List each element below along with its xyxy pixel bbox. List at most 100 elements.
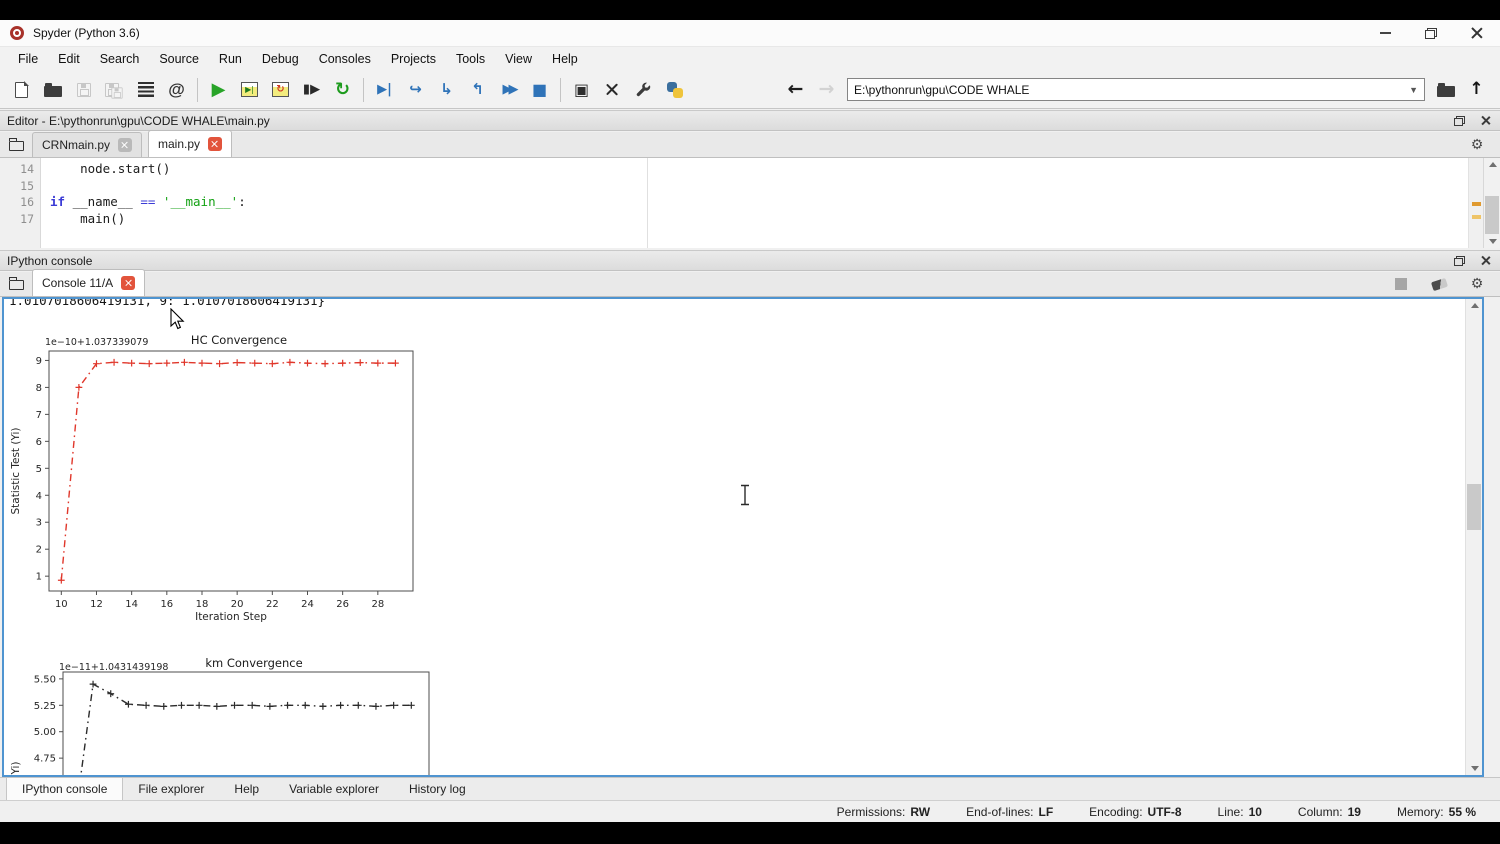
status-bar: Permissions:RWEnd-of-lines:LFEncoding:UT… [0, 800, 1500, 822]
scroll-up-icon[interactable] [1489, 162, 1497, 167]
status-end-of-lines: End-of-lines:LF [966, 805, 1053, 819]
browse-console-tabs-button[interactable] [0, 270, 32, 296]
window-title: Spyder (Python 3.6) [33, 26, 140, 40]
maximize-pane-button[interactable]: ▣ [567, 75, 596, 104]
clear-console-button[interactable] [1427, 272, 1451, 296]
go-to-parent-directory-button[interactable]: ↑ [1462, 75, 1491, 104]
working-directory-value: E:\pythonrun\gpu\CODE WHALE [854, 83, 1029, 97]
browse-working-directory-button[interactable] [1431, 75, 1460, 104]
code-line[interactable]: 16if __name__ == '__main__': [0, 194, 1464, 211]
back-button[interactable]: ← [781, 75, 810, 104]
code-line[interactable]: 17 main() [0, 211, 1464, 228]
menu-debug[interactable]: Debug [252, 49, 309, 69]
svg-text:16: 16 [160, 599, 173, 610]
close-icon [1470, 26, 1484, 40]
editor-scrollbar-thumb[interactable] [1485, 196, 1499, 234]
editor-float-icon[interactable] [1454, 116, 1465, 126]
svg-text:5.50: 5.50 [34, 674, 56, 685]
console-scrollbar-thumb[interactable] [1467, 484, 1481, 530]
scroll-down-icon[interactable] [1489, 239, 1497, 244]
menu-search[interactable]: Search [90, 49, 150, 69]
debug-step-out-button[interactable]: ↰ [463, 75, 492, 104]
svg-text:20: 20 [231, 599, 244, 610]
editor-scrollbar[interactable] [1483, 158, 1500, 248]
menu-tools[interactable]: Tools [446, 49, 495, 69]
run-file-button[interactable]: ▶ [204, 75, 233, 104]
save-icon [77, 83, 91, 97]
tab-close-icon[interactable] [118, 138, 132, 152]
menu-projects[interactable]: Projects [381, 49, 446, 69]
editor-options-button[interactable]: ⚙ [1465, 133, 1489, 157]
forward-button[interactable]: → [812, 75, 841, 104]
console-options-button[interactable]: ⚙ [1465, 272, 1489, 296]
menu-view[interactable]: View [495, 49, 542, 69]
svg-text:6: 6 [36, 437, 42, 448]
menu-edit[interactable]: Edit [48, 49, 90, 69]
svg-text:5.25: 5.25 [34, 701, 56, 712]
tab-label: main.py [158, 137, 200, 151]
run-cell-and-advance-button[interactable]: ↻ [266, 75, 295, 104]
file-switcher-button[interactable] [131, 75, 160, 104]
debug-file-button[interactable]: ▶| [370, 75, 399, 104]
tab-close-icon[interactable] [121, 276, 135, 290]
menu-source[interactable]: Source [149, 49, 209, 69]
debug-step-into-icon: ↳ [440, 82, 453, 97]
debug-continue-button[interactable]: ▶▶ [494, 75, 523, 104]
ipython-console-output[interactable]: 1.0107018606419131, 9: 1.010701860641913… [2, 297, 1484, 777]
close-button[interactable] [1454, 20, 1500, 46]
scroll-up-icon[interactable] [1471, 303, 1479, 308]
editor-tab-main-py[interactable]: main.py [148, 130, 232, 157]
tab-label: Console 11/A [42, 276, 113, 290]
debug-step-into-button[interactable]: ↳ [432, 75, 461, 104]
re-run-cell-button[interactable]: ↻ [328, 75, 357, 104]
code-line[interactable]: 15 [0, 178, 1464, 195]
symbol-finder-button[interactable]: @ [162, 75, 191, 104]
warning-mark [1472, 202, 1481, 206]
open-file-button[interactable] [38, 75, 67, 104]
bottom-tab-file-explorer[interactable]: File explorer [123, 778, 219, 800]
minimize-button[interactable] [1362, 20, 1408, 46]
save-button[interactable] [69, 75, 98, 104]
menu-run[interactable]: Run [209, 49, 252, 69]
menu-file[interactable]: File [8, 49, 48, 69]
save-all-button[interactable] [100, 75, 129, 104]
debug-stop-button[interactable]: ■ [525, 75, 554, 104]
new-file-button[interactable] [7, 75, 36, 104]
interrupt-kernel-button[interactable] [1389, 272, 1413, 296]
bottom-tab-help[interactable]: Help [219, 778, 274, 800]
code-line[interactable]: 14 node.start() [0, 161, 1464, 178]
fullscreen-button[interactable] [598, 75, 627, 104]
svg-text:14: 14 [125, 599, 138, 610]
bottom-tab-ipython-console[interactable]: IPython console [6, 777, 123, 800]
tab-close-icon[interactable] [208, 137, 222, 151]
toolbar-nav-group: ←→ [780, 75, 842, 104]
console-close-icon[interactable] [1480, 255, 1491, 266]
toolbar-dir-group: ↑ [1430, 75, 1492, 104]
status-column: Column:19 [1298, 805, 1361, 819]
console-tab-console-11-a[interactable]: Console 11/A [32, 269, 145, 296]
debug-step-button[interactable]: ↪ [401, 75, 430, 104]
editor-close-icon[interactable] [1480, 115, 1491, 126]
preferences-button[interactable] [629, 75, 658, 104]
console-scrollbar[interactable] [1465, 299, 1482, 775]
bottom-tab-history-log[interactable]: History log [394, 778, 481, 800]
working-directory-combo[interactable]: E:\pythonrun\gpu\CODE WHALE ▼ [847, 78, 1425, 101]
toolbar-separator [560, 78, 561, 102]
run-cell-button[interactable]: ▶| [235, 75, 264, 104]
scroll-down-icon[interactable] [1471, 766, 1479, 771]
status-line: Line:10 [1218, 805, 1262, 819]
restore-button[interactable] [1408, 20, 1454, 46]
run-selection-button[interactable]: ▮▶ [297, 75, 326, 104]
editor-tab-crnmain-py[interactable]: CRNmain.py [32, 132, 142, 157]
menu-consoles[interactable]: Consoles [309, 49, 381, 69]
python-path-manager-button[interactable] [660, 75, 689, 104]
menu-help[interactable]: Help [542, 49, 588, 69]
browse-tabs-button[interactable] [0, 131, 32, 157]
preferences-icon [635, 81, 652, 98]
svg-text:km Convergence: km Convergence [205, 656, 302, 670]
console-float-icon[interactable] [1454, 256, 1465, 266]
python-path-icon [667, 82, 683, 98]
editor-pane-title: Editor - E:\pythonrun\gpu\CODE WHALE\mai… [7, 114, 270, 128]
bottom-tab-variable-explorer[interactable]: Variable explorer [274, 778, 394, 800]
code-editor[interactable]: 14 node.start()1516if __name__ == '__mai… [0, 158, 1500, 248]
